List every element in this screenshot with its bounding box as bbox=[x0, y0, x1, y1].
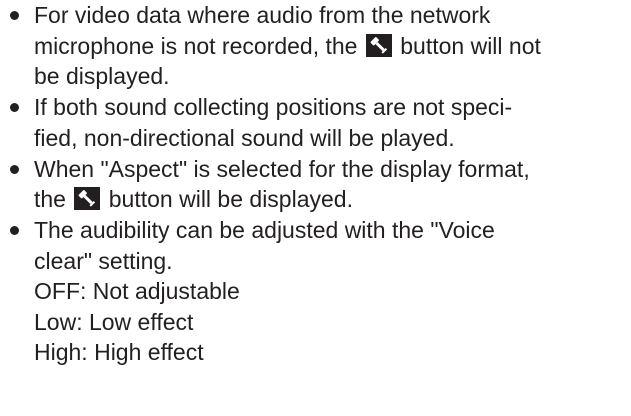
list-item: For video data where audio from the netw… bbox=[8, 0, 628, 92]
bullet bbox=[10, 11, 19, 20]
text-fragment: button will not bbox=[393, 32, 541, 59]
microphone-icon bbox=[74, 187, 101, 210]
text-line: If both sound collecting positions are n… bbox=[34, 94, 513, 120]
text-line: clear" setting. bbox=[34, 247, 173, 274]
bullet bbox=[10, 164, 19, 174]
microphone-icon bbox=[365, 33, 392, 57]
bullet bbox=[10, 226, 19, 235]
option-high: High: High effect bbox=[34, 339, 204, 365]
option-low: Low: Low effect bbox=[34, 308, 194, 335]
list-item: When "Aspect" is selected for the displa… bbox=[8, 154, 628, 215]
text-line-with-icon: microphone is not recorded, the button w… bbox=[34, 31, 628, 62]
text-fragment: microphone is not recorded, the bbox=[34, 32, 364, 59]
text-line: For video data where audio from the netw… bbox=[34, 2, 491, 28]
text-line-with-icon: the button will be displayed. bbox=[34, 184, 628, 215]
text-fragment: the bbox=[34, 186, 73, 212]
text-line: The audibility can be adjusted with the … bbox=[34, 217, 495, 243]
text-line: When "Aspect" is selected for the displa… bbox=[34, 155, 530, 182]
list-item: The audibility can be adjusted with the … bbox=[8, 215, 628, 368]
list-item: If both sound collecting positions are n… bbox=[8, 92, 628, 153]
bullet bbox=[10, 103, 19, 112]
text-line: be displayed. bbox=[34, 63, 170, 89]
text-line: fied, non-directional sound will be play… bbox=[34, 124, 455, 151]
text-fragment: button will be displayed. bbox=[102, 186, 353, 212]
document-body: For video data where audio from the netw… bbox=[8, 0, 628, 368]
option-off: OFF: Not adjustable bbox=[34, 278, 240, 304]
